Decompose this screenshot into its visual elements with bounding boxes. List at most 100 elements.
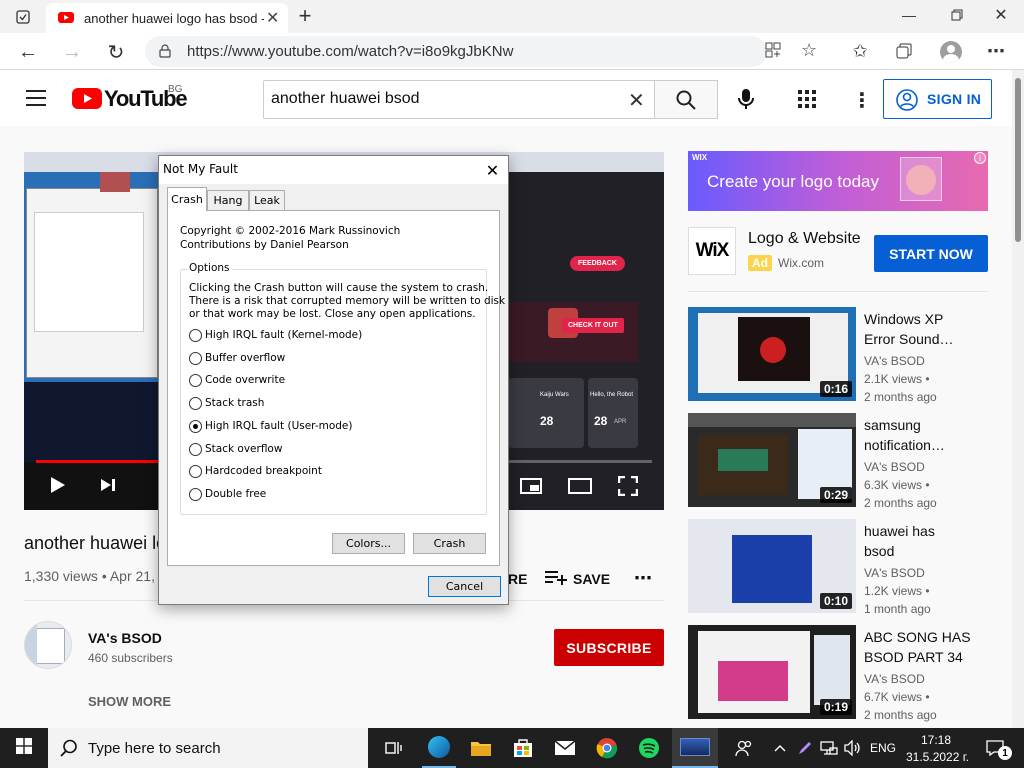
- fullscreen-icon[interactable]: [617, 475, 639, 501]
- ad-domain: Wix.com: [778, 256, 824, 270]
- ad-logo[interactable]: WiX: [688, 227, 736, 275]
- tab-actions-icon[interactable]: [10, 6, 36, 28]
- recommendation-views: 6.7K views •: [864, 690, 930, 704]
- virtualbox-vm-icon[interactable]: [672, 728, 718, 768]
- page-scrollbar[interactable]: [1012, 70, 1024, 728]
- sign-in-button[interactable]: SIGN IN: [883, 79, 992, 119]
- recommendation-item[interactable]: 0:10 huawei has bsod VA's BSOD 1.2K view…: [688, 519, 1008, 619]
- address-bar[interactable]: https://www.youtube.com/watch?v=i8o9kgJb…: [145, 36, 817, 67]
- clock-time[interactable]: 17:18: [921, 733, 951, 747]
- miniplayer-icon[interactable]: [520, 478, 542, 499]
- game-card-date-2: 28: [594, 414, 608, 428]
- forward-arrow-icon[interactable]: →: [58, 39, 86, 65]
- input-language[interactable]: ENG: [870, 741, 896, 755]
- add-favorite-icon[interactable]: ☆: [801, 40, 817, 61]
- title-line: Windows XP: [864, 311, 944, 327]
- volume-icon[interactable]: [842, 728, 864, 768]
- subscribe-button[interactable]: SUBSCRIBE: [554, 629, 664, 666]
- radio-buffer-overflow[interactable]: Buffer overflow: [189, 350, 285, 366]
- clock-date[interactable]: 31.5.2022 г.: [906, 750, 969, 764]
- title-line: samsung: [864, 417, 921, 433]
- tab-leak[interactable]: Leak: [249, 190, 285, 210]
- channel-name[interactable]: VA's BSOD: [88, 630, 162, 646]
- people-icon[interactable]: [730, 728, 758, 768]
- pen-workspace-icon[interactable]: [794, 728, 816, 768]
- clear-search-icon[interactable]: ✕: [628, 88, 645, 113]
- video-duration: 0:10: [819, 593, 852, 609]
- crash-description: Clicking the Crash button will cause the…: [189, 282, 489, 294]
- start-button[interactable]: [0, 728, 48, 768]
- restore-window-button[interactable]: [942, 4, 972, 26]
- browser-toolbar: ← → ↻ https://www.youtube.com/watch?v=i8…: [0, 33, 1024, 70]
- back-arrow-icon[interactable]: ←: [14, 39, 42, 65]
- recommendation-item[interactable]: 0:29 samsung notification… VA's BSOD 6.3…: [688, 413, 1008, 513]
- tab-hang[interactable]: Hang: [207, 190, 249, 210]
- cancel-button[interactable]: Cancel: [428, 576, 501, 597]
- collections-icon[interactable]: [892, 39, 916, 63]
- colors-button[interactable]: Colors...: [332, 533, 405, 554]
- options-group: Options Clicking the Crash button will c…: [180, 262, 505, 515]
- radio-stack-trash[interactable]: Stack trash: [189, 395, 264, 411]
- new-tab-button[interactable]: +: [292, 3, 318, 28]
- more-actions-icon[interactable]: ⋯: [634, 568, 652, 589]
- edge-browser-icon[interactable]: [422, 728, 456, 768]
- radio-double-free[interactable]: Double free: [189, 486, 266, 502]
- hamburger-menu-icon[interactable]: [26, 90, 46, 106]
- taskbar-search-box[interactable]: Type here to search: [48, 728, 368, 768]
- file-explorer-icon[interactable]: [464, 728, 498, 768]
- recommendation-item[interactable]: 0:19 ABC SONG HAS BSOD PART 34 VA's BSOD…: [688, 625, 1008, 725]
- crash-description: or that work may be lost. Close any open…: [189, 308, 476, 320]
- ad-badge: Ad: [748, 255, 772, 271]
- show-hidden-icons-chevron-icon[interactable]: [770, 728, 790, 768]
- recommendation-item[interactable]: 0:16 Windows XP Error Sound… VA's BSOD 2…: [688, 307, 1008, 407]
- browser-tab-bar: another huawei logo has bsod - ✕ + — ✕: [0, 0, 1024, 33]
- microsoft-store-icon[interactable]: [506, 728, 540, 768]
- task-view-icon[interactable]: [378, 728, 408, 768]
- app-available-icon[interactable]: [765, 42, 781, 63]
- browser-tab-active[interactable]: another huawei logo has bsod - ✕: [46, 3, 288, 33]
- settings-more-icon[interactable]: ⋮: [852, 88, 872, 113]
- network-icon[interactable]: [818, 728, 840, 768]
- recommendation-thumbnail: 0:10: [688, 519, 856, 613]
- tab-title: another huawei logo has bsod -: [84, 11, 264, 26]
- show-more-button[interactable]: SHOW MORE: [88, 694, 171, 709]
- ad-title[interactable]: Logo & Website: [748, 230, 861, 248]
- microphone-icon[interactable]: [738, 88, 754, 115]
- play-icon[interactable]: [50, 476, 66, 499]
- theater-mode-icon[interactable]: [568, 478, 592, 499]
- save-button[interactable]: SAVE: [545, 568, 615, 590]
- ad-info-icon[interactable]: i: [974, 152, 986, 164]
- spotify-icon[interactable]: [632, 728, 666, 768]
- radio-high-irql-kernel[interactable]: High IRQL fault (Kernel-mode): [189, 327, 362, 343]
- search-button[interactable]: [655, 80, 718, 119]
- mail-icon[interactable]: [548, 728, 582, 768]
- favorites-icon[interactable]: ✩: [848, 39, 872, 63]
- channel-avatar[interactable]: [24, 621, 72, 669]
- subscriber-count: 460 subscribers: [88, 651, 173, 665]
- dialog-titlebar[interactable]: Not My Fault ✕: [159, 156, 508, 184]
- radio-high-irql-user[interactable]: High IRQL fault (User-mode): [189, 418, 353, 434]
- browser-menu-icon[interactable]: ⋯: [984, 39, 1008, 63]
- radio-code-overwrite[interactable]: Code overwrite: [189, 372, 285, 388]
- notification-center-icon[interactable]: 1: [980, 728, 1012, 768]
- share-button-label[interactable]: RE: [508, 571, 527, 587]
- close-window-button[interactable]: ✕: [986, 4, 1016, 26]
- profile-avatar-icon[interactable]: [940, 41, 962, 63]
- dialog-close-icon[interactable]: ✕: [477, 156, 508, 184]
- tab-crash[interactable]: Crash: [167, 187, 207, 211]
- ad-banner[interactable]: WIX Create your logo today i: [688, 151, 988, 211]
- tab-close-icon[interactable]: ✕: [266, 8, 279, 28]
- ad-banner-text: Create your logo today: [707, 172, 879, 191]
- next-video-icon[interactable]: [100, 478, 116, 497]
- refresh-icon[interactable]: ↻: [102, 39, 130, 65]
- search-input[interactable]: another huawei bsod ✕: [263, 80, 655, 119]
- radio-hardcoded-breakpoint[interactable]: Hardcoded breakpoint: [189, 463, 322, 479]
- apps-grid-icon[interactable]: [798, 90, 816, 113]
- youtube-logo[interactable]: YouTube BG: [72, 84, 192, 112]
- minimize-window-button[interactable]: —: [894, 4, 924, 26]
- chrome-icon[interactable]: [590, 728, 624, 768]
- ad-start-now-button[interactable]: START NOW: [874, 235, 988, 272]
- crash-button[interactable]: Crash: [413, 533, 486, 554]
- scrollbar-thumb[interactable]: [1015, 78, 1021, 242]
- radio-stack-overflow[interactable]: Stack overflow: [189, 441, 282, 457]
